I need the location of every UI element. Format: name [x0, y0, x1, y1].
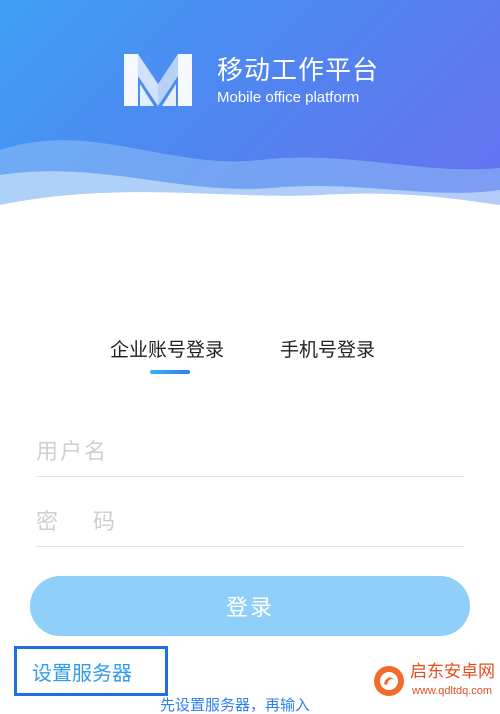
site-watermark: 启东安卓网 www.qdltdq.com	[372, 662, 500, 702]
m-logo-icon	[124, 54, 192, 106]
active-tab-indicator	[150, 370, 190, 374]
login-button[interactable]: 登录	[30, 576, 470, 636]
tab-enterprise-account[interactable]: 企业账号登录	[110, 335, 224, 365]
watermark-url: www.qdltdq.com	[412, 685, 493, 697]
password-input[interactable]	[36, 498, 464, 547]
app-title: 移动工作平台	[217, 56, 380, 86]
header-banner: 移动工作平台 Mobile office platform	[0, 0, 500, 240]
bottom-hint-text: 先设置服务器，再输入	[160, 696, 311, 714]
login-tabs: 企业账号登录 手机号登录	[0, 335, 500, 380]
tab-phone-number[interactable]: 手机号登录	[280, 335, 375, 365]
app-subtitle: Mobile office platform	[217, 89, 360, 106]
wave-background	[0, 140, 500, 240]
watermark-logo-icon	[374, 666, 404, 696]
username-input[interactable]	[36, 428, 464, 477]
watermark-name: 启东安卓网	[410, 662, 495, 682]
set-server-link[interactable]: 设置服务器	[32, 659, 132, 687]
